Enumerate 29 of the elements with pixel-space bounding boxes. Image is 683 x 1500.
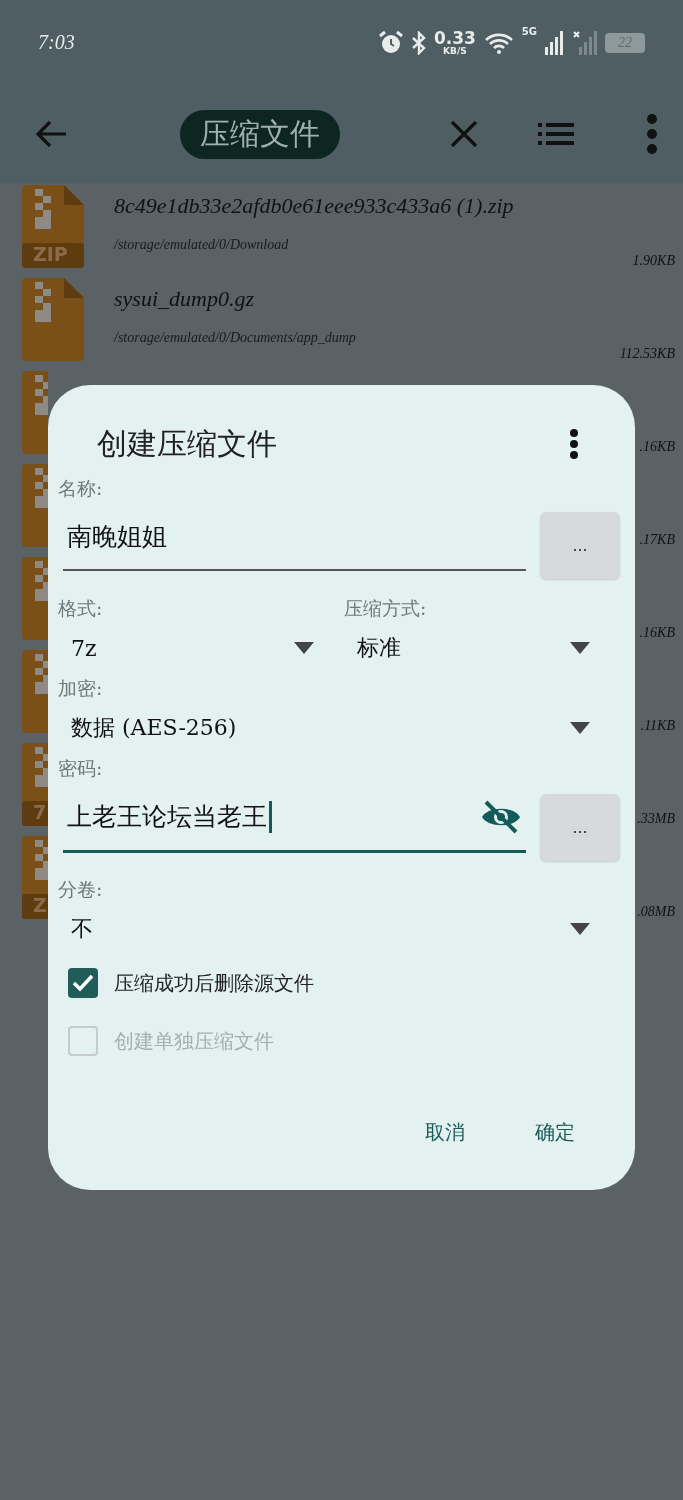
file-size: .33MB [637,811,675,827]
checkbox-label: 压缩成功后删除源文件 [114,969,314,997]
file-size: .11KB [640,718,675,734]
toolbar-title: 压缩文件 [180,109,340,159]
file-size: .16KB [639,625,675,641]
file-name: sysui_dump0.gz [114,286,255,312]
network-speed: 0.33 [433,29,476,47]
file-size: 1.90KB [632,253,675,269]
file-size: .17KB [639,532,675,548]
checkbox-label: 创建单独压缩文件 [114,1027,274,1055]
file-name: 8c49e1db33e2afdb0e61eee933c433a6 (1).zip [114,193,515,219]
file-size: .08MB [637,904,675,920]
dialog-title: 创建压缩文件 [97,424,277,463]
file-path: /storage/emulated/0/Download [114,237,290,253]
field-label: 分卷: [58,877,104,902]
file-type-label: ZIP [33,243,68,265]
field-label: 名称: [58,476,104,501]
file-size: 112.53KB [619,346,675,362]
field-label: 格式: [58,596,104,621]
field-label: 加密: [58,676,104,701]
clock-time: 7:03 [38,31,75,54]
speed-unit: KB/S [443,46,467,56]
field-label: 压缩方式: [344,596,428,621]
file-path: /storage/emulated/0/Documents/app_dump [114,330,357,346]
file-type-label: 7 [33,801,47,823]
file-type-label: Z [33,894,47,916]
network-type: 5G [521,25,537,37]
file-size: .16KB [639,439,675,455]
field-label: 密码: [58,756,104,781]
